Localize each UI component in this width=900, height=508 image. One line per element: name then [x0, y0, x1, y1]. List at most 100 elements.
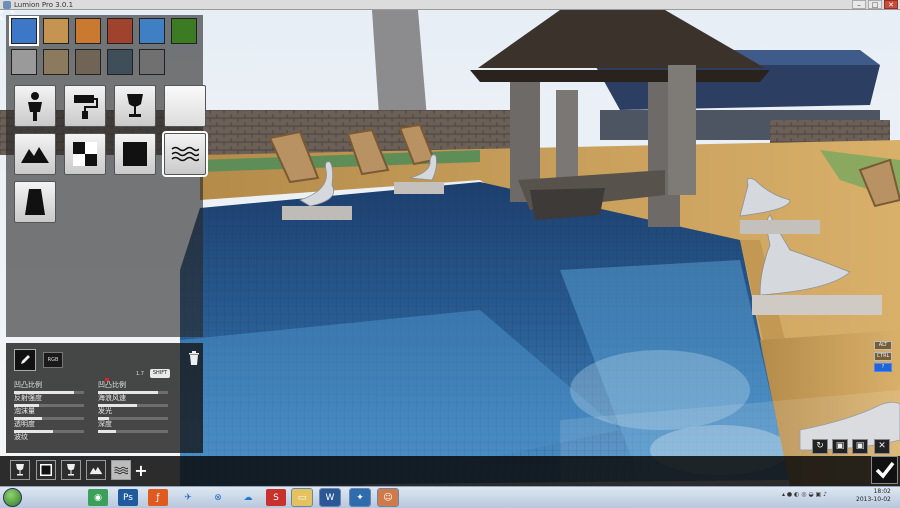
shift-button[interactable]: SHIFT: [150, 369, 170, 378]
property-slider[interactable]: 发光: [98, 407, 168, 420]
window-titlebar: Lumion Pro 3.0.1 – □ ✕: [0, 0, 900, 10]
material-swatch-brick[interactable]: [107, 18, 133, 44]
system-tray[interactable]: ▴ ● ◐ ◎ ◒ ▣ ♪: [782, 491, 827, 498]
bottom-tool-glass-2[interactable]: [61, 460, 81, 480]
property-slider[interactable]: 海浪风速: [98, 394, 168, 407]
tool-standard[interactable]: [164, 85, 206, 127]
save-button[interactable]: ▣: [832, 439, 848, 454]
tool-black-material[interactable]: [114, 133, 156, 175]
confirm-button[interactable]: [871, 456, 898, 484]
property-slider[interactable]: 波纹: [14, 433, 84, 442]
tool-checker[interactable]: [64, 133, 106, 175]
save-as-button[interactable]: ▣: [852, 439, 868, 454]
minimize-button[interactable]: –: [852, 0, 866, 9]
material-swatch-wood-light[interactable]: [43, 18, 69, 44]
plus-icon: +: [134, 460, 148, 480]
maximize-button[interactable]: □: [868, 0, 882, 9]
taskbar-chrome[interactable]: ◉: [88, 489, 108, 506]
slider-track[interactable]: [98, 430, 168, 433]
slider-label: 海浪风速: [98, 394, 126, 402]
material-swatch-mosaic[interactable]: [139, 18, 165, 44]
help-button[interactable]: ?: [874, 363, 892, 372]
checkmark-icon: [875, 461, 894, 479]
tool-water[interactable]: [162, 131, 208, 177]
save-as-icon: ▣: [855, 441, 865, 451]
save-icon: ▣: [835, 441, 845, 451]
material-swatch-grass[interactable]: [171, 18, 197, 44]
property-slider[interactable]: 反射强度: [14, 394, 84, 407]
pencil-icon: [21, 355, 30, 364]
person-icon: [28, 92, 42, 121]
paint-roller-icon: [74, 95, 98, 119]
delete-button[interactable]: [186, 351, 202, 369]
standard-material-icon: [172, 93, 198, 119]
material-swatch-concrete[interactable]: [11, 49, 37, 75]
network-icon: ⊗: [214, 492, 222, 503]
slider-label: 反射强度: [14, 394, 42, 402]
taskbar-lumion[interactable]: ✦: [349, 488, 371, 507]
tool-glass[interactable]: [114, 85, 156, 127]
material-swatch-blue-tile[interactable]: [9, 16, 39, 46]
clock-date: 2013-10-02: [856, 496, 891, 503]
taskbar-photoshop[interactable]: Ps: [118, 489, 138, 506]
black-square-icon: [40, 464, 52, 476]
material-library-panel: [6, 15, 208, 337]
slider-label: 凹凸比例: [14, 381, 42, 389]
people-icon: ☺: [383, 492, 393, 503]
material-swatch-dark-stone[interactable]: [107, 49, 133, 75]
bottom-tool-black-material[interactable]: [36, 460, 56, 480]
material-swatch-gravel[interactable]: [43, 49, 69, 75]
checker-icon: [73, 142, 97, 166]
reload-button[interactable]: ↻: [812, 439, 828, 454]
material-swatch-metal[interactable]: [139, 49, 165, 75]
taskbar-flash[interactable]: ƒ: [148, 489, 168, 506]
taskbar-folder[interactable]: ▭: [291, 488, 313, 507]
slider-label: 发光: [98, 407, 112, 415]
slider-label: 透明度: [14, 420, 35, 428]
taskbar-cloud[interactable]: ☁: [238, 489, 258, 506]
flash-icon: ƒ: [156, 492, 160, 503]
tool-fabric[interactable]: [14, 181, 56, 223]
app-icon: [3, 1, 11, 9]
add-material-button[interactable]: +: [131, 460, 151, 480]
bottom-tool-glass[interactable]: [10, 460, 30, 480]
glass-icon: [16, 464, 24, 476]
property-slider[interactable]: 透明度: [14, 420, 84, 433]
rgb-button[interactable]: RGB: [43, 352, 63, 368]
water-waves-icon: [171, 146, 199, 162]
tool-landscape[interactable]: [14, 133, 56, 175]
property-slider[interactable]: 凹凸比例: [14, 381, 84, 394]
clock[interactable]: 18:02 2013-10-02: [856, 488, 891, 504]
slider-label: 深度: [98, 420, 112, 428]
property-slider[interactable]: 泡沫量: [14, 407, 84, 420]
close-panel-button[interactable]: ✕: [874, 439, 890, 454]
bird-icon: ✈: [184, 492, 192, 503]
tool-paint[interactable]: [64, 85, 106, 127]
close-button[interactable]: ✕: [884, 0, 898, 9]
start-button[interactable]: [3, 488, 22, 507]
os-taskbar: ◉ Ps ƒ ✈ ⊗ ☁ S ▭ W ✦ ☺ ▴ ● ◐ ◎ ◒ ▣ ♪ 18:…: [0, 486, 900, 508]
clock-time: 18:02: [873, 488, 891, 495]
tool-person[interactable]: [14, 85, 56, 127]
reload-icon: ↻: [816, 441, 824, 451]
material-properties-panel: RGB 1.7 SHIFT 凹凸比例 凹凸比例 反射强度 海浪风速 泡沫量 发光 透明度 深度…: [6, 343, 203, 453]
material-swatch-wood-orange[interactable]: [75, 18, 101, 44]
taskbar-people[interactable]: ☺: [377, 488, 399, 507]
material-swatch-stone-wall[interactable]: [75, 49, 101, 75]
bottom-tool-landscape[interactable]: [86, 460, 106, 480]
bottom-tool-water[interactable]: [111, 460, 131, 480]
taskbar-bird[interactable]: ✈: [178, 489, 198, 506]
slider-fill: [98, 430, 116, 433]
sketchup-icon: S: [273, 492, 279, 503]
property-slider[interactable]: 凹凸比例: [98, 381, 168, 394]
word-icon: W: [325, 492, 335, 503]
landscape-icon: [21, 147, 49, 163]
property-slider[interactable]: 深度: [98, 420, 168, 433]
slider-label: 泡沫量: [14, 407, 35, 415]
landscape-icon: [89, 466, 103, 475]
taskbar-sketchup[interactable]: S: [266, 489, 286, 506]
taskbar-network[interactable]: ⊗: [208, 489, 228, 506]
photoshop-icon: Ps: [123, 492, 133, 503]
taskbar-word[interactable]: W: [319, 488, 341, 507]
edit-button[interactable]: [14, 349, 36, 371]
